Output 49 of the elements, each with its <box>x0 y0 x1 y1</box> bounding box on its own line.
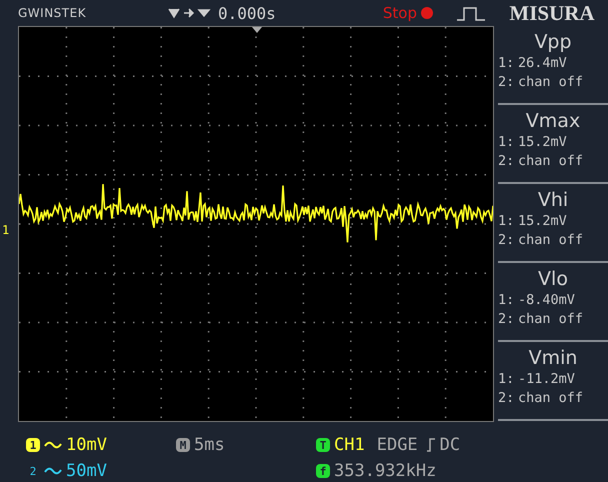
measurement-name: Vhi <box>536 188 570 212</box>
timebase-badge: M <box>176 438 190 452</box>
measurement-value: chan off <box>518 389 584 408</box>
channel-label: 2: <box>498 231 516 250</box>
measurement-value: chan off <box>518 152 584 171</box>
time-offset: 0.000s <box>218 4 276 22</box>
channel-number: 2 <box>28 464 38 478</box>
channel-label: 2: <box>498 73 516 92</box>
channel-label: 2: <box>498 389 516 408</box>
measurement-name: Vmin <box>528 346 578 370</box>
measurement-value: -11.2mV <box>518 370 575 389</box>
measurement-value: chan off <box>518 310 584 329</box>
channel-label: 1: <box>498 291 516 310</box>
measurement-value: -8.40mV <box>518 291 575 310</box>
measurement-name: Vpp <box>533 30 573 54</box>
channel-label: 2: <box>498 152 516 171</box>
pulse-icon <box>456 5 486 21</box>
trigger-type: EDGE <box>376 435 418 455</box>
ac-coupling-icon <box>44 466 62 476</box>
stop-dot-icon <box>420 6 434 20</box>
trigger-coupling: DC <box>440 435 460 455</box>
channel-scale: 50mV <box>66 461 107 481</box>
frequency-value: 353.932kHz <box>334 461 436 481</box>
trigger-marker-icon <box>252 27 262 33</box>
channel-label: 1: <box>498 54 516 73</box>
trigger-badge: T <box>316 438 330 452</box>
measurement-value: chan off <box>518 73 584 92</box>
measurement-value: 15.2mV <box>518 133 567 152</box>
measurement-name: Vlo <box>537 267 569 291</box>
channel-scale: 10mV <box>66 435 107 455</box>
channel-label: 1: <box>498 370 516 389</box>
measurement-value: chan off <box>518 231 584 250</box>
run-state: Stop <box>382 4 417 22</box>
channel-marker: 1 <box>1 223 10 237</box>
panel-title: MISURA <box>508 0 596 26</box>
frequency-badge: f <box>316 464 330 478</box>
measurement-name: Vmax <box>524 109 582 133</box>
channel-label: 1: <box>498 212 516 231</box>
channel-label: 2: <box>498 310 516 329</box>
brand-logo: GWINSTEK <box>18 6 88 20</box>
trigger-source: CH1 <box>334 435 365 455</box>
channel-label: 1: <box>498 133 516 152</box>
measurement-value: 26.4mV <box>518 54 567 73</box>
measurement-value: 15.2mV <box>518 212 567 231</box>
rising-edge-icon <box>426 437 436 453</box>
timebase-value: 5ms <box>194 435 225 455</box>
trigger-position-icon <box>168 7 212 19</box>
ac-coupling-icon <box>44 440 62 450</box>
channel-badge: 1 <box>26 438 40 452</box>
